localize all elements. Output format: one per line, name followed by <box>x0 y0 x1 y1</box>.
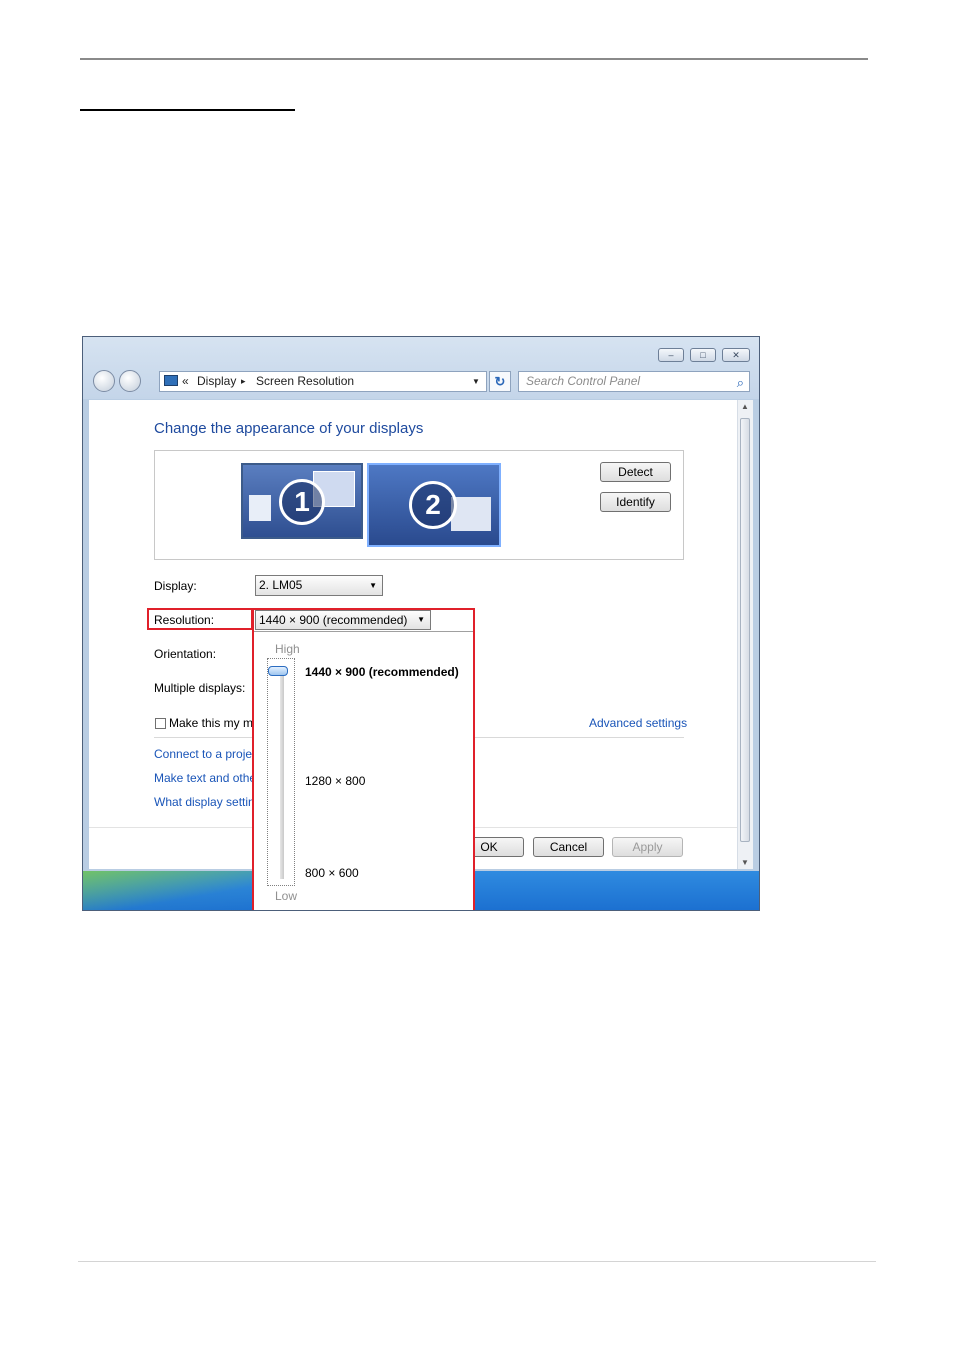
minimize-button[interactable]: – <box>658 348 684 362</box>
resolution-dropdown-highlight <box>252 608 475 910</box>
cancel-button[interactable]: Cancel <box>533 837 604 857</box>
display-arrangement-preview[interactable]: 1 2 Detect Identify <box>154 450 684 560</box>
page-footer-rule <box>78 1261 876 1262</box>
maximize-button[interactable]: □ <box>690 348 716 362</box>
monitor-1-number: 1 <box>279 479 325 525</box>
refresh-icon[interactable]: ↻ <box>489 371 511 392</box>
monitor-1[interactable]: 1 <box>241 463 363 539</box>
multiple-displays-label: Multiple displays: <box>154 681 246 695</box>
monitor-1-window-icon <box>249 495 271 521</box>
scroll-thumb[interactable] <box>740 418 750 842</box>
connect-projector-link[interactable]: Connect to a projec <box>154 747 258 761</box>
address-dropdown-icon[interactable]: ▼ <box>472 372 480 391</box>
page-title: Change the appearance of your displays <box>154 420 424 437</box>
close-button[interactable]: ✕ <box>722 348 750 362</box>
chevron-down-icon: ▼ <box>369 581 377 590</box>
control-panel-icon <box>164 375 178 386</box>
display-select[interactable]: 2. LM05 ▼ <box>255 575 383 596</box>
resolution-label: Resolution: <box>154 613 215 627</box>
display-settings-help-link[interactable]: What display settin <box>154 795 255 809</box>
breadcrumb-screen-resolution[interactable]: Screen Resolution <box>256 372 354 391</box>
display-label: Display: <box>154 579 197 593</box>
breadcrumb-separator-icon: ▸ <box>241 376 246 386</box>
advanced-settings-link[interactable]: Advanced settings <box>589 716 687 730</box>
back-button[interactable] <box>93 370 115 392</box>
scroll-down-icon[interactable]: ▼ <box>741 858 749 867</box>
detect-button[interactable]: Detect <box>600 462 671 482</box>
search-input[interactable]: Search Control Panel ⌕ <box>518 371 750 392</box>
make-main-display-label: Make this my m <box>169 716 254 730</box>
back-chevrons: « <box>182 374 189 388</box>
make-main-display-checkbox[interactable] <box>155 718 166 729</box>
apply-button[interactable]: Apply <box>612 837 683 857</box>
make-text-larger-link[interactable]: Make text and othe <box>154 771 256 785</box>
monitor-2-number: 2 <box>409 481 457 529</box>
vertical-scrollbar[interactable]: ▲ ▼ <box>737 400 753 869</box>
heading-underline <box>80 109 295 111</box>
orientation-label: Orientation: <box>154 647 217 661</box>
scroll-up-icon[interactable]: ▲ <box>741 402 749 411</box>
display-select-value: 2. LM05 <box>259 578 303 592</box>
identify-button[interactable]: Identify <box>600 492 671 512</box>
screen-resolution-window: – □ ✕ « Display ▸ Screen Resolution ▼ ↻ … <box>82 336 760 911</box>
monitor-2-grid-icon <box>451 497 491 531</box>
breadcrumb-display[interactable]: Display <box>197 372 236 391</box>
monitor-2[interactable]: 2 <box>367 463 501 547</box>
address-bar[interactable]: « Display ▸ Screen Resolution ▼ <box>159 371 487 392</box>
forward-button[interactable] <box>119 370 141 392</box>
search-icon[interactable]: ⌕ <box>737 373 744 392</box>
page-top-rule <box>80 58 868 60</box>
